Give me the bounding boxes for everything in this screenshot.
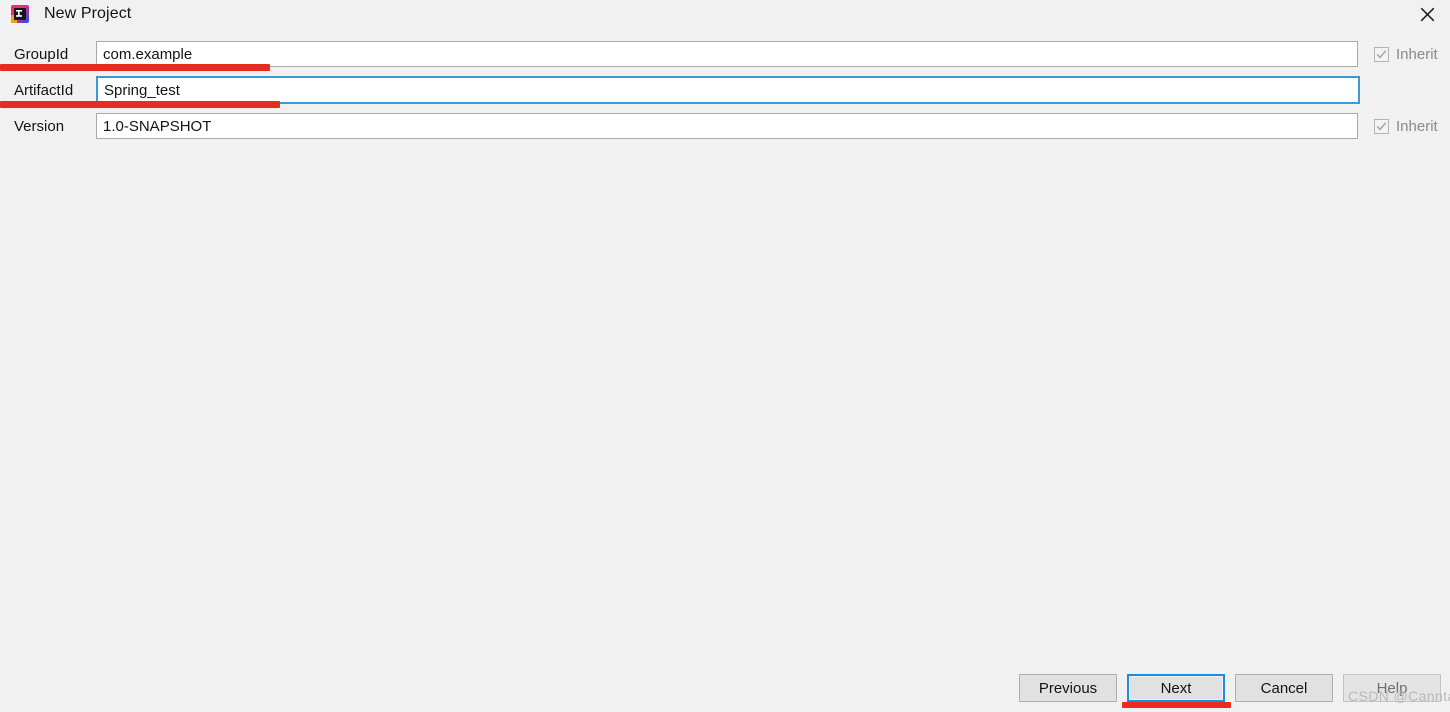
window-title: New Project: [44, 5, 132, 22]
version-inherit-label: Inherit: [1396, 117, 1438, 135]
artifactid-label: ArtifactId: [14, 81, 74, 99]
next-button[interactable]: Next: [1127, 674, 1225, 702]
checkbox-check-icon: [1374, 118, 1389, 134]
version-label: Version: [14, 117, 65, 135]
previous-button[interactable]: Previous: [1019, 674, 1117, 702]
dialog-button-bar: Previous Next Cancel Help: [0, 674, 1450, 706]
form-row-version: Version Inherit: [0, 113, 1450, 139]
checkbox-check-icon: [1374, 46, 1389, 62]
intellij-idea-icon: [10, 4, 30, 24]
close-icon[interactable]: [1404, 0, 1450, 28]
artifactid-input[interactable]: [96, 76, 1360, 104]
groupid-label: GroupId: [14, 45, 69, 63]
groupid-inherit-label: Inherit: [1396, 45, 1438, 63]
help-button[interactable]: Help: [1343, 674, 1441, 702]
groupid-inherit-checkbox[interactable]: Inherit: [1374, 41, 1438, 67]
annotation-underline-artifactid: [0, 101, 280, 108]
annotation-underline-groupid: [0, 64, 270, 71]
cancel-button[interactable]: Cancel: [1235, 674, 1333, 702]
form-row-artifactid: ArtifactId: [0, 76, 1450, 104]
title-bar: New Project: [0, 0, 1450, 28]
version-input[interactable]: [96, 113, 1358, 139]
maven-coordinates-form: GroupId Inherit ArtifactId Version Inher…: [0, 28, 1450, 148]
version-inherit-checkbox[interactable]: Inherit: [1374, 113, 1438, 139]
groupid-input[interactable]: [96, 41, 1358, 67]
